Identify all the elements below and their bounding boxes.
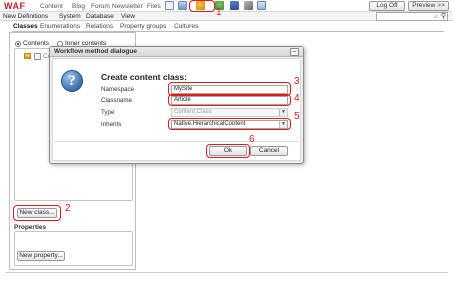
search-clear-icon[interactable]: ⊿ [433,13,438,20]
flag-icon[interactable] [230,1,239,10]
bottom-border [5,272,448,273]
page-icon [34,53,41,60]
annotation-box-2 [13,205,61,221]
tab-relations[interactable]: Relations [86,23,113,30]
annotation-6: 6 [249,134,255,145]
annotation-2: 2 [65,203,71,214]
menu-view[interactable]: View [121,13,135,20]
classname-label: Classname [101,97,132,104]
app-logo: WAF [4,1,26,11]
dialog-separator [55,141,298,142]
tab-cultures[interactable]: Cultures [174,23,198,30]
inherits-label: Inherits [101,121,122,128]
dialog-title: Workflow method dialogue [54,48,137,55]
type-select: Content Class ▼ [171,108,288,117]
logoff-button[interactable]: Log Off [369,1,405,11]
annotation-1: 1 [216,7,222,18]
search-input[interactable]: ⊿ ⚲ [376,12,448,21]
question-icon: ? [61,70,83,92]
type-value: Content Class [174,109,212,115]
chevron-down-icon: ▼ [279,109,287,116]
radio-contents[interactable] [15,41,21,47]
nav-files[interactable]: Files [147,3,161,10]
nav-forum[interactable]: Forum [91,3,110,10]
menu-database[interactable]: Database [86,13,114,20]
cancel-button[interactable]: Cancel [250,146,288,156]
annotation-box-4 [168,94,291,106]
annotation-5: 5 [294,111,300,122]
folder-icon [24,53,31,59]
annotation-4: 4 [294,93,300,104]
search-icon[interactable]: ⚲ [441,12,446,20]
tools-icon[interactable] [244,1,253,10]
mail-icon[interactable] [165,1,174,10]
dialog-minimize-button[interactable]: – [290,48,299,56]
nav-blog[interactable]: Blog [72,3,85,10]
tab-property-groups[interactable]: Property groups [120,23,166,30]
preview-button[interactable]: Preview >> [408,1,449,11]
namespace-label: Namespace [101,86,135,93]
tab-classes[interactable]: Classes [13,23,38,30]
annotation-box-1 [189,0,215,12]
annotation-3: 3 [294,76,300,87]
tab-enumerations[interactable]: Enumerations [40,23,80,30]
nav-content[interactable]: Content [40,3,63,10]
properties-title: Properties [14,224,47,231]
menu-system[interactable]: System [59,13,81,20]
image-icon[interactable] [178,1,187,10]
radio-contents-label: Contents [23,40,50,47]
trash-icon[interactable] [257,1,266,10]
annotation-box-5 [168,118,291,130]
dialog-heading: Create content class: [101,72,187,82]
new-property-button[interactable]: New property... [17,251,65,261]
type-label: Type [101,109,115,116]
menu-new-definitions[interactable]: New Definitions [3,13,48,20]
annotation-box-6 [206,144,250,158]
nav-newsletter[interactable]: Newsletter [112,3,143,10]
